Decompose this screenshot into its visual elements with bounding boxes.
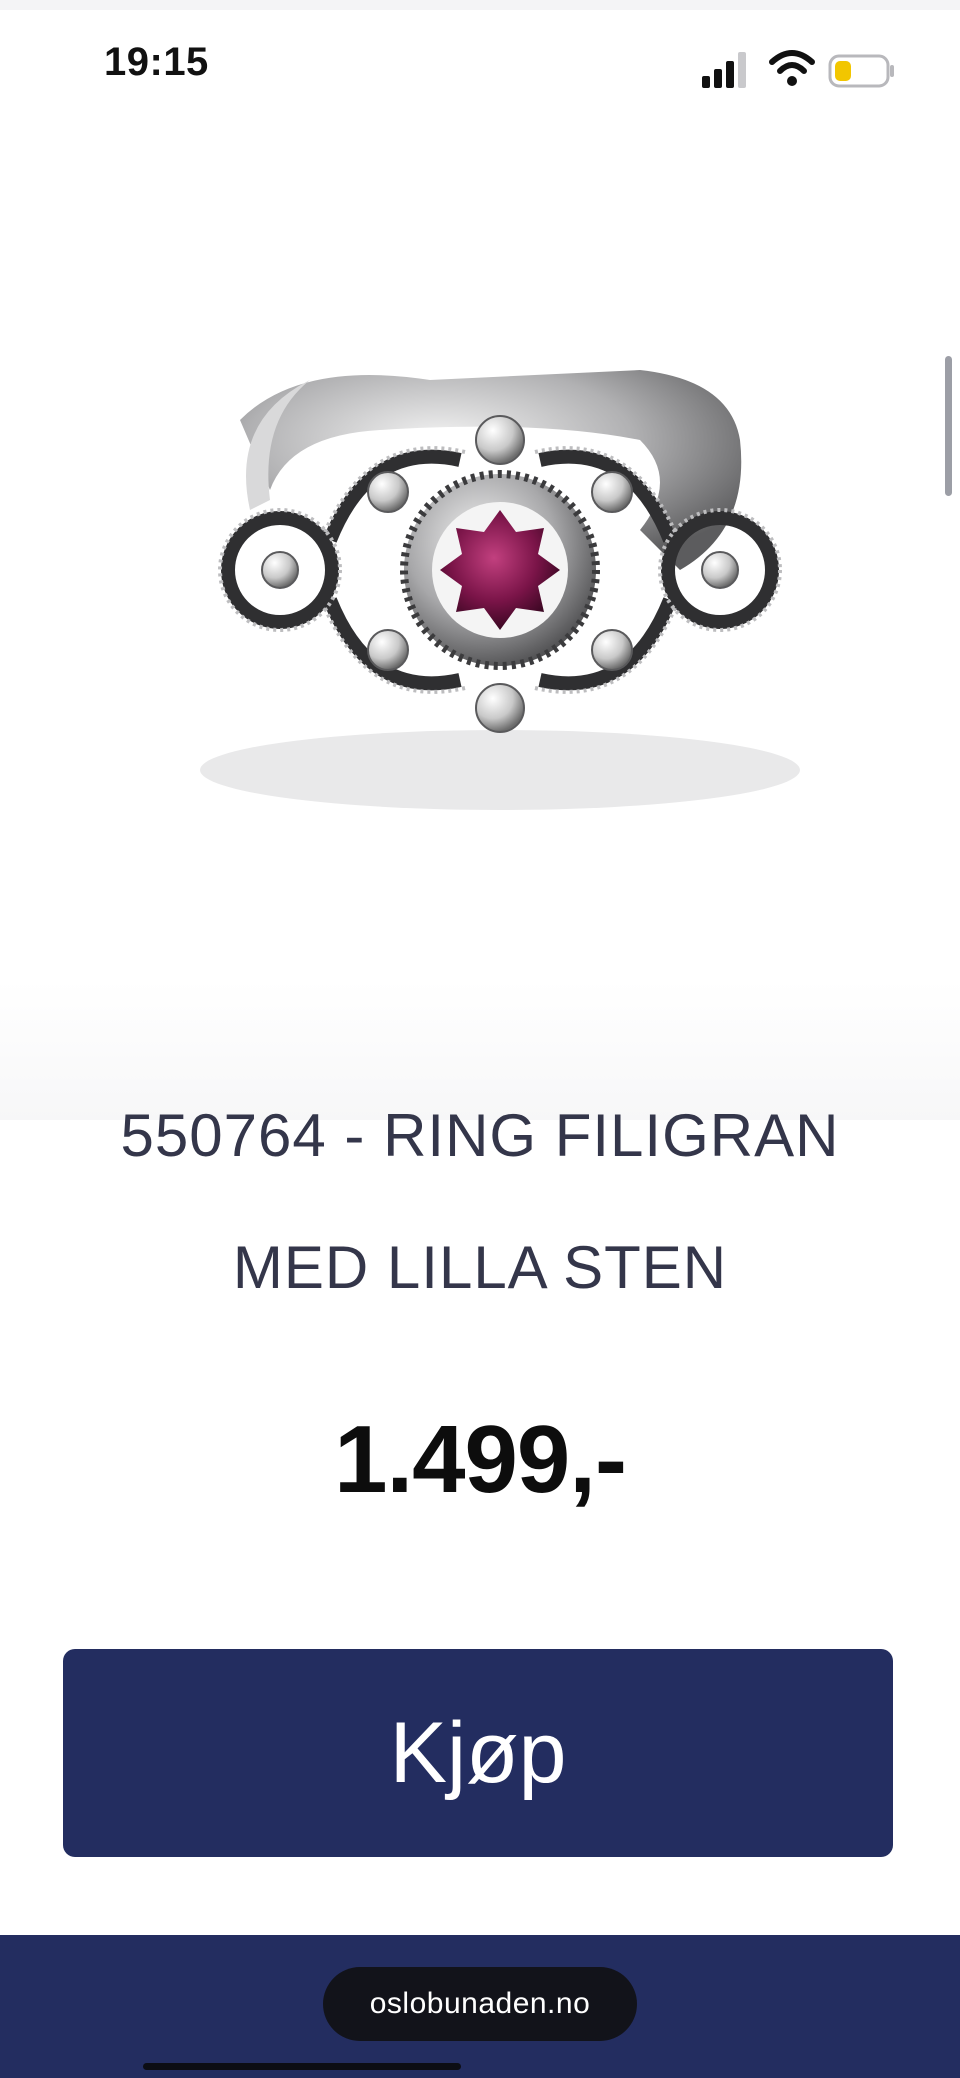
buy-button[interactable]: Kjøp — [63, 1649, 893, 1857]
filigree-ring-icon — [200, 370, 800, 810]
home-indicator[interactable] — [143, 2063, 461, 2070]
status-bar: 19:15 — [0, 10, 960, 120]
product-title-line-2: MED LILLA STEN — [232, 1234, 728, 1301]
product-image-area[interactable] — [0, 120, 960, 1120]
cellular-signal-icon — [702, 52, 746, 88]
top-edge — [0, 0, 960, 10]
product-title: 550764 - RING FILIGRAN MED LILLA STEN — [40, 1070, 920, 1334]
status-time: 19:15 — [104, 40, 209, 84]
scroll-indicator[interactable] — [945, 356, 952, 496]
url-bar[interactable]: oslobunaden.no — [323, 1967, 637, 2041]
product-title-line-1: 550764 - RING FILIGRAN — [120, 1102, 840, 1169]
wifi-icon — [769, 50, 815, 86]
product-price: 1.499,- — [334, 1406, 627, 1513]
battery-icon — [828, 54, 894, 88]
